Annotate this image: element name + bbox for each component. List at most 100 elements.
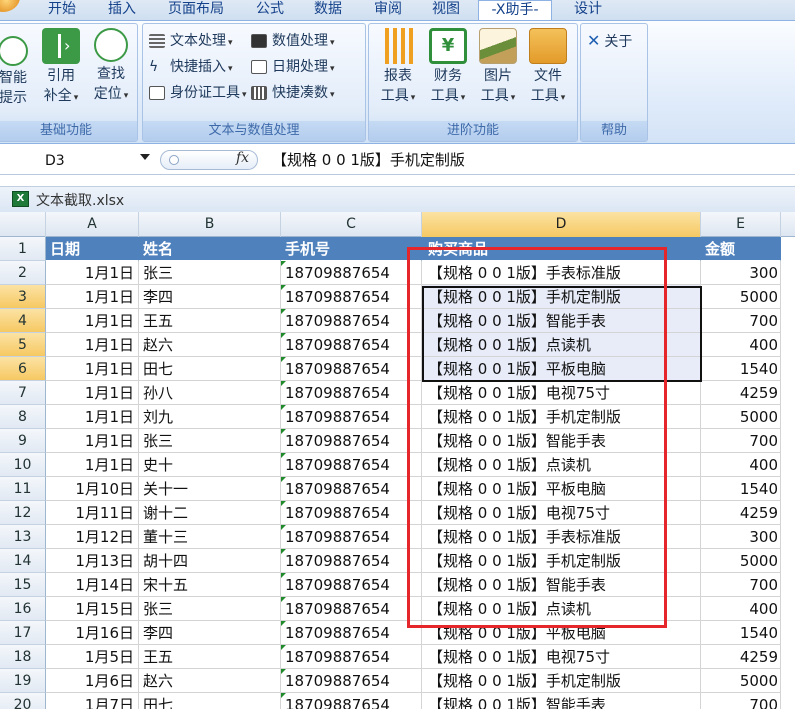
header-cell-amount[interactable]: 金额: [701, 237, 781, 261]
cell-name[interactable]: 董十三: [139, 525, 281, 549]
find-locate-button[interactable]: 查找 定位 ▾: [89, 28, 133, 106]
quick-insert-button[interactable]: ϟ 快捷插入 ▾: [149, 56, 233, 78]
row-header[interactable]: 17: [0, 621, 46, 645]
tab-formulas[interactable]: 公式: [244, 0, 296, 20]
cell-phone[interactable]: 18709887654: [281, 693, 422, 709]
cell-name[interactable]: 刘九: [139, 405, 281, 429]
cell-date[interactable]: 1月1日: [46, 309, 139, 333]
report-tool-button[interactable]: 报表 工具 ▾: [375, 28, 421, 108]
cell-amount[interactable]: 5000: [701, 405, 781, 429]
number-process-button[interactable]: 数值处理 ▾: [251, 30, 335, 52]
name-box-dropdown-icon[interactable]: [140, 154, 150, 160]
cell-product[interactable]: 【规格 0 0 1版】点读机: [422, 333, 701, 357]
cell-product[interactable]: 【规格 0 0 1版】智能手表: [422, 573, 701, 597]
image-tool-button[interactable]: 图片 工具 ▾: [475, 28, 521, 108]
cell-amount[interactable]: 4259: [701, 645, 781, 669]
cell-product[interactable]: 【规格 0 0 1版】手表标准版: [422, 261, 701, 285]
row-header[interactable]: 16: [0, 597, 46, 621]
cell-amount[interactable]: 300: [701, 261, 781, 285]
cell-date[interactable]: 1月1日: [46, 357, 139, 381]
text-process-button[interactable]: 文本处理 ▾: [149, 30, 233, 52]
cell-name[interactable]: 田七: [139, 693, 281, 709]
cell-phone[interactable]: 18709887654: [281, 549, 422, 573]
cell-phone[interactable]: 18709887654: [281, 597, 422, 621]
cell-name[interactable]: 谢十二: [139, 501, 281, 525]
cell-amount[interactable]: 700: [701, 429, 781, 453]
row-header[interactable]: 5: [0, 333, 46, 357]
row-header[interactable]: 2: [0, 261, 46, 285]
row-header[interactable]: 18: [0, 645, 46, 669]
cell-date[interactable]: 1月1日: [46, 285, 139, 309]
cell-name[interactable]: 田七: [139, 357, 281, 381]
cell-product[interactable]: 【规格 0 0 1版】平板电脑: [422, 621, 701, 645]
column-header-a[interactable]: A: [46, 212, 139, 237]
row-header[interactable]: 19: [0, 669, 46, 693]
cell-date[interactable]: 1月1日: [46, 429, 139, 453]
cell-product[interactable]: 【规格 0 0 1版】平板电脑: [422, 477, 701, 501]
cell-date[interactable]: 1月1日: [46, 333, 139, 357]
cell-phone[interactable]: 18709887654: [281, 645, 422, 669]
row-header[interactable]: 12: [0, 501, 46, 525]
cell-product[interactable]: 【规格 0 0 1版】点读机: [422, 597, 701, 621]
row-header[interactable]: 3: [0, 285, 46, 309]
cell-product[interactable]: 【规格 0 0 1版】手表标准版: [422, 525, 701, 549]
cell-date[interactable]: 1月14日: [46, 573, 139, 597]
row-header[interactable]: 10: [0, 453, 46, 477]
column-header-e[interactable]: E: [701, 212, 781, 237]
finance-tool-button[interactable]: ¥ 财务 工具 ▾: [425, 28, 471, 108]
cell-date[interactable]: 1月1日: [46, 381, 139, 405]
name-box[interactable]: D3: [0, 149, 160, 171]
date-process-button[interactable]: 日期处理 ▾: [251, 56, 335, 78]
row-header[interactable]: 13: [0, 525, 46, 549]
cell-product[interactable]: 【规格 0 0 1版】电视75寸: [422, 381, 701, 405]
cell-name[interactable]: 李四: [139, 285, 281, 309]
cell-product[interactable]: 【规格 0 0 1版】手机定制版: [422, 285, 701, 309]
cell-phone[interactable]: 18709887654: [281, 285, 422, 309]
row-header[interactable]: 8: [0, 405, 46, 429]
tab-insert[interactable]: 插入: [96, 0, 148, 20]
cell-name[interactable]: 胡十四: [139, 549, 281, 573]
column-header-c[interactable]: C: [281, 212, 422, 237]
cell-amount[interactable]: 4259: [701, 381, 781, 405]
cell-amount[interactable]: 300: [701, 525, 781, 549]
cell-phone[interactable]: 18709887654: [281, 261, 422, 285]
cell-phone[interactable]: 18709887654: [281, 381, 422, 405]
cell-phone[interactable]: 18709887654: [281, 309, 422, 333]
cell-amount[interactable]: 700: [701, 573, 781, 597]
row-header[interactable]: 4: [0, 309, 46, 333]
cell-amount[interactable]: 1540: [701, 477, 781, 501]
header-cell-date[interactable]: 日期: [46, 237, 139, 261]
cell-phone[interactable]: 18709887654: [281, 669, 422, 693]
cell-date[interactable]: 1月13日: [46, 549, 139, 573]
row-header[interactable]: 14: [0, 549, 46, 573]
cell-date[interactable]: 1月1日: [46, 453, 139, 477]
cell-date[interactable]: 1月1日: [46, 261, 139, 285]
formula-input[interactable]: 【规格 0 0 1版】手机定制版: [272, 149, 465, 171]
cell-name[interactable]: 关十一: [139, 477, 281, 501]
cell-date[interactable]: 1月5日: [46, 645, 139, 669]
cell-phone[interactable]: 18709887654: [281, 573, 422, 597]
tab-design[interactable]: 设计: [562, 0, 614, 20]
header-cell-product[interactable]: 购买商品: [422, 237, 701, 261]
tab-x-helper[interactable]: -X助手-: [478, 0, 552, 21]
cell-name[interactable]: 赵六: [139, 333, 281, 357]
cell-phone[interactable]: 18709887654: [281, 453, 422, 477]
cell-name[interactable]: 宋十五: [139, 573, 281, 597]
cell-amount[interactable]: 700: [701, 693, 781, 709]
cell-product[interactable]: 【规格 0 0 1版】手机定制版: [422, 669, 701, 693]
cell-date[interactable]: 1月1日: [46, 405, 139, 429]
cell-name[interactable]: 赵六: [139, 669, 281, 693]
cell-phone[interactable]: 18709887654: [281, 333, 422, 357]
cell-name[interactable]: 张三: [139, 429, 281, 453]
select-all-corner[interactable]: [0, 212, 46, 237]
file-tool-button[interactable]: 文件 工具 ▾: [525, 28, 571, 108]
cell-product[interactable]: 【规格 0 0 1版】平板电脑: [422, 357, 701, 381]
tab-data[interactable]: 数据: [302, 0, 354, 20]
cell-product[interactable]: 【规格 0 0 1版】电视75寸: [422, 501, 701, 525]
about-button[interactable]: ✕ 关于: [587, 30, 632, 52]
tab-view[interactable]: 视图: [420, 0, 472, 20]
column-header-d[interactable]: D: [422, 212, 701, 237]
cell-product[interactable]: 【规格 0 0 1版】智能手表: [422, 309, 701, 333]
insert-function-icon[interactable]: fx: [236, 150, 249, 166]
cell-date[interactable]: 1月15日: [46, 597, 139, 621]
